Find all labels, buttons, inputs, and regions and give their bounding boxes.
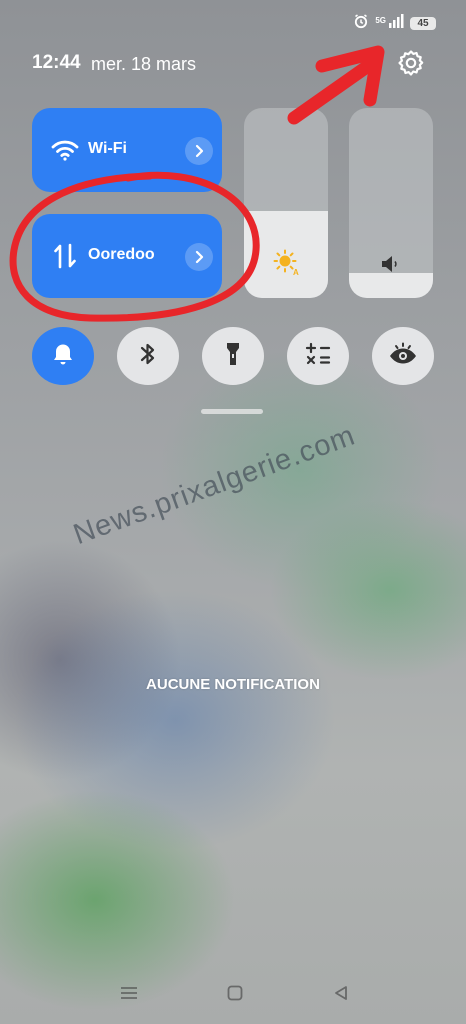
volume-fill: [349, 273, 433, 298]
recent-apps-button[interactable]: [114, 983, 144, 1007]
volume-slider[interactable]: [349, 108, 433, 298]
bluetooth-icon: [138, 340, 158, 373]
sun-auto-icon: A: [244, 248, 328, 276]
back-icon: [333, 985, 349, 1006]
data-arrows-icon: [50, 242, 80, 270]
clock-time[interactable]: 12:44: [32, 52, 81, 74]
svg-text:A: A: [293, 268, 299, 276]
home-icon: [227, 985, 243, 1006]
flashlight-toggle[interactable]: [202, 327, 264, 385]
flashlight-icon: [223, 340, 243, 373]
alarm-icon: [353, 13, 369, 34]
panel-drag-handle[interactable]: [201, 409, 263, 414]
bluetooth-toggle[interactable]: [117, 327, 179, 385]
eye-icon: [388, 341, 418, 372]
brightness-slider[interactable]: A: [244, 108, 328, 298]
status-bar: 5G 45: [353, 13, 436, 34]
eye-comfort-toggle[interactable]: [372, 327, 434, 385]
signal-icon: [388, 13, 404, 33]
gear-icon: [397, 49, 425, 82]
calculator-icon: [304, 340, 332, 373]
chevron-right-icon: [195, 144, 204, 158]
mobile-data-tile[interactable]: Ooredoo: [32, 214, 222, 298]
wifi-label: Wi-Fi: [88, 140, 127, 157]
home-button[interactable]: [220, 983, 250, 1007]
bell-icon: [50, 341, 76, 372]
watermark-text: News.prixalgerie.com: [69, 419, 360, 552]
battery-icon: 45: [410, 16, 436, 30]
menu-icon: [120, 986, 138, 1005]
network-type-label: 5G: [375, 15, 386, 25]
no-notifications-label: AUCUNE NOTIFICATION: [146, 676, 320, 693]
chevron-right-icon: [195, 250, 204, 264]
mobile-data-label: Ooredoo: [88, 246, 155, 263]
wifi-icon: [50, 136, 80, 164]
back-button[interactable]: [326, 983, 356, 1007]
wifi-expand-button[interactable]: [185, 137, 213, 165]
mobile-data-expand-button[interactable]: [185, 243, 213, 271]
settings-button[interactable]: [394, 48, 428, 82]
bell-toggle[interactable]: [32, 327, 94, 385]
wifi-tile[interactable]: Wi-Fi: [32, 108, 222, 192]
speaker-icon: [349, 252, 433, 276]
calculator-toggle[interactable]: [287, 327, 349, 385]
date-label: mer. 18 mars: [91, 54, 197, 74]
